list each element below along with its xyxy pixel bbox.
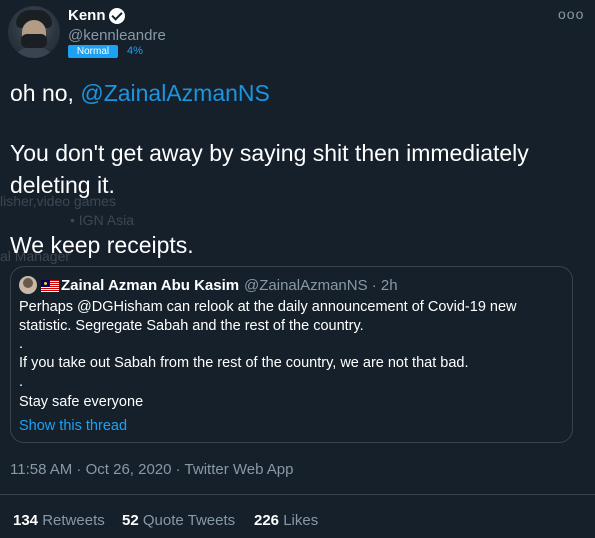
quoted-text-line: statistic. Segregate Sabah and the rest … [19,318,364,334]
extension-badge-label: Normal [68,45,118,58]
author-handle[interactable]: @kennleandre [68,27,166,44]
tweet-text-line-3: deleting it. [10,172,115,198]
mention-link[interactable]: @ZainalAzmanNS [80,80,270,106]
retweets-count: 134 [13,512,39,529]
extension-badge-percent: 4% [127,45,143,57]
tweet-text-line-2: You don't get away by saying shit then i… [10,140,529,166]
malaysia-flag-icon [41,280,59,292]
likes-stat[interactable]: 226 Likes [254,512,318,529]
divider [0,494,595,495]
quoted-text-line: . [19,336,24,352]
quoted-text-line: Stay safe everyone [19,394,144,410]
show-this-thread-link[interactable]: Show this thread [19,418,127,434]
author-avatar[interactable] [8,6,60,58]
tweet-text-line-4: We keep receipts. [10,232,194,258]
tweet-text-line-1: oh no, @ZainalAzmanNS [10,80,270,107]
quoted-author-avatar [19,276,37,294]
likes-label: Likes [283,512,319,529]
quoted-author-handle: @ZainalAzmanNS · 2h [244,277,398,294]
quoted-text-line: . [19,374,24,390]
verified-badge-icon [109,8,125,24]
quoted-text-line: If you take out Sabah from the rest of t… [19,355,469,371]
quote-tweets-count: 52 [122,512,139,529]
quote-tweets-label: Quote Tweets [142,512,236,529]
ghost-text-2: • IGN Asia [70,212,135,228]
tweet-timestamp[interactable]: 11:58 AM · Oct 26, 2020 · Twitter Web Ap… [10,461,293,478]
quoted-text-line: Perhaps @DGHisham can relook at the dail… [19,299,517,315]
more-options-icon[interactable]: ooo [558,6,584,22]
quote-tweets-stat[interactable]: 52 Quote Tweets [122,512,235,529]
quoted-author-name: Zainal Azman Abu Kasim [61,277,240,294]
retweets-label: Retweets [42,512,105,529]
tweet-text-prefix: oh no, [10,80,81,106]
author-name[interactable]: Kenn [68,7,106,24]
likes-count: 226 [254,512,280,529]
retweets-stat[interactable]: 134 Retweets [13,512,105,529]
